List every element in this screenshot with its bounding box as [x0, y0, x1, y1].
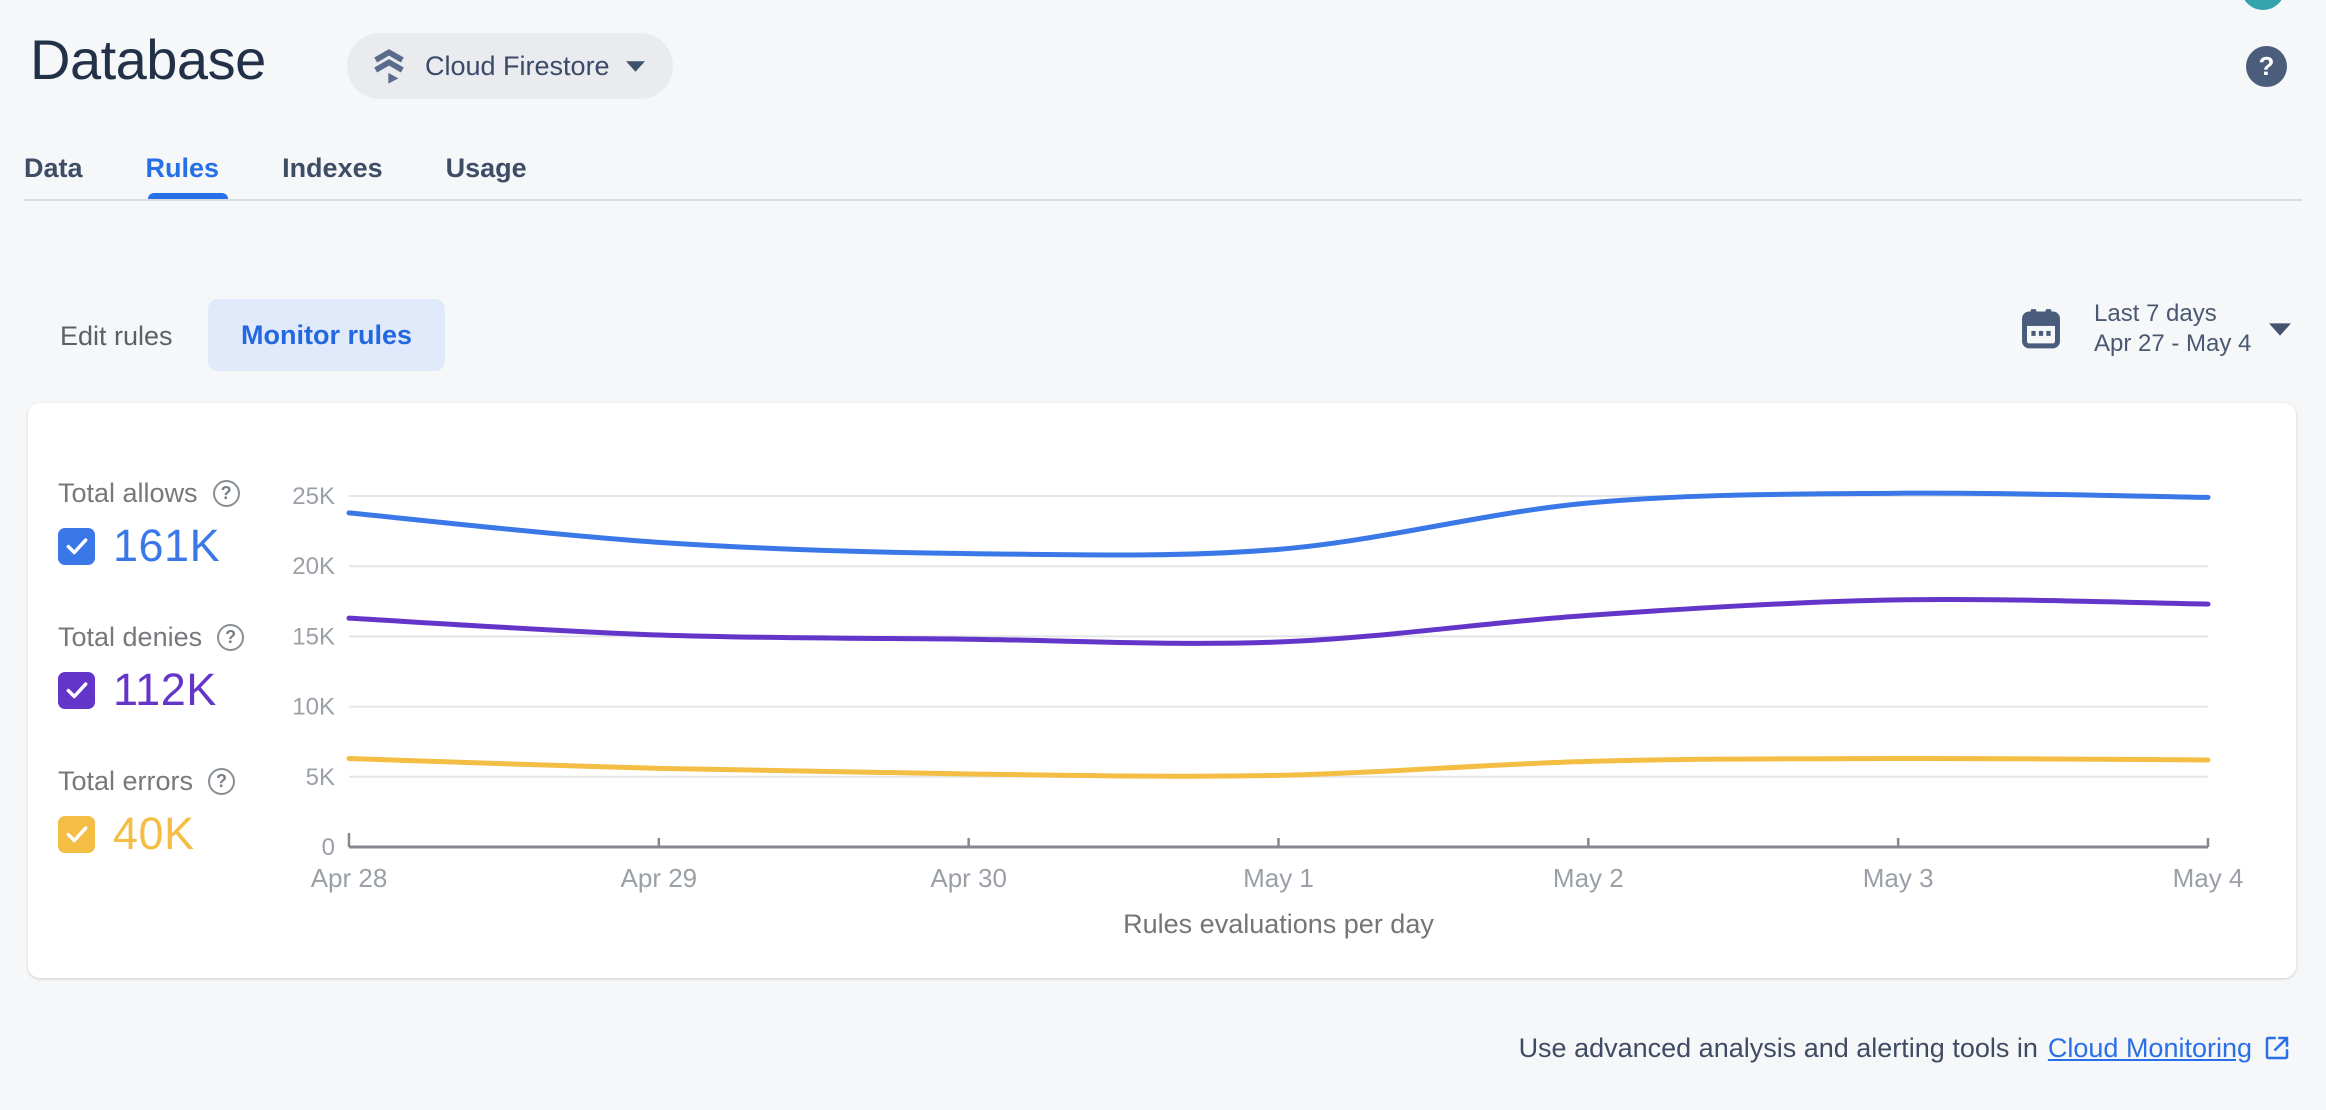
help-icon[interactable]: ?	[208, 767, 236, 795]
tab-rules[interactable]: Rules	[146, 150, 220, 186]
svg-text:May 3: May 3	[1863, 863, 1934, 893]
monitor-rules-button[interactable]: Monitor rules	[208, 299, 446, 371]
denies-checkbox[interactable]	[58, 671, 95, 709]
tab-divider	[24, 199, 2302, 201]
help-icon[interactable]: ?	[212, 479, 240, 507]
denies-total-value: 112K	[113, 664, 217, 715]
question-mark-icon: ?	[2258, 51, 2275, 81]
errors-total-value: 40K	[113, 808, 195, 859]
tab-bar: Data Rules Indexes Usage	[24, 150, 527, 186]
svg-text:25K: 25K	[292, 483, 335, 510]
svg-text:0: 0	[322, 834, 335, 861]
chart-x-axis	[347, 833, 2210, 849]
help-icon[interactable]: ?	[217, 623, 245, 651]
checkmark-icon	[66, 826, 87, 843]
firestore-icon	[374, 49, 404, 84]
cloud-monitoring-note: Use advanced analysis and alerting tools…	[1519, 1030, 2292, 1066]
errors-checkbox[interactable]	[58, 815, 95, 853]
chart-caption: Rules evaluations per day	[1123, 909, 1434, 939]
rules-evaluations-chart[interactable]: 0 5K 10K 15K 20K 25K Apr 28 Apr 29 Apr 30 May 1 Ma…	[28, 403, 2296, 978]
svg-text:20K: 20K	[292, 553, 335, 580]
svg-text:10K: 10K	[292, 694, 335, 721]
legend-label-errors: Total errors	[58, 765, 194, 796]
checkmark-icon	[66, 682, 87, 699]
chart-x-axis-labels: Apr 28 Apr 29 Apr 30 May 1 May 2 May 3 May 4	[311, 863, 2244, 893]
legend-group-allows: Total allows ? 161K	[58, 477, 240, 572]
date-range-dates: Apr 27 - May 4	[2094, 330, 2252, 357]
checkmark-icon	[66, 538, 87, 555]
monitor-rules-label: Monitor rules	[241, 319, 413, 350]
svg-text:Apr 29: Apr 29	[621, 863, 698, 893]
svg-text:Apr 28: Apr 28	[311, 863, 388, 893]
chevron-down-icon	[625, 60, 645, 72]
footer-text: Use advanced analysis and alerting tools…	[1518, 1033, 2038, 1063]
tab-indexes[interactable]: Indexes	[282, 150, 383, 186]
chart-y-axis-labels: 0 5K 10K 15K 20K 25K	[292, 483, 335, 861]
legend-group-errors: Total errors ? 40K	[58, 765, 236, 860]
svg-text:15K: 15K	[292, 623, 335, 650]
svg-text:May 2: May 2	[1553, 863, 1624, 893]
svg-text:Apr 30: Apr 30	[930, 863, 1007, 893]
help-button[interactable]: ?	[2246, 46, 2287, 87]
tab-data[interactable]: Data	[24, 150, 83, 186]
calendar-icon	[2022, 309, 2060, 349]
product-selector-label: Cloud Firestore	[425, 50, 610, 81]
edit-rules-button[interactable]: Edit rules	[60, 319, 173, 353]
product-selector-chip[interactable]: Cloud Firestore	[347, 33, 673, 99]
legend-label-denies: Total denies	[58, 621, 203, 652]
date-range-selector[interactable]: Last 7 days Apr 27 - May 4	[2018, 299, 2292, 359]
legend-group-denies: Total denies ? 112K	[58, 621, 245, 716]
svg-text:May 4: May 4	[2173, 863, 2244, 893]
avatar[interactable]	[2241, 0, 2285, 10]
allows-checkbox[interactable]	[58, 527, 95, 565]
line-total-allows	[346, 490, 2211, 558]
external-link-icon	[2265, 1036, 2289, 1060]
chevron-down-icon	[2269, 322, 2292, 336]
rules-monitor-card: 0 5K 10K 15K 20K 25K Apr 28 Apr 29 Apr 30 May 1 Ma…	[28, 403, 2296, 978]
page-title: Database	[30, 28, 266, 91]
legend-label-allows: Total allows	[58, 477, 198, 508]
tab-usage[interactable]: Usage	[446, 150, 527, 186]
allows-total-value: 161K	[113, 520, 221, 571]
svg-text:May 1: May 1	[1243, 863, 1314, 893]
line-total-errors	[346, 756, 2211, 779]
date-range-preset: Last 7 days	[2094, 300, 2217, 327]
cloud-monitoring-link[interactable]: Cloud Monitoring	[2048, 1030, 2292, 1066]
svg-text:5K: 5K	[306, 764, 335, 791]
